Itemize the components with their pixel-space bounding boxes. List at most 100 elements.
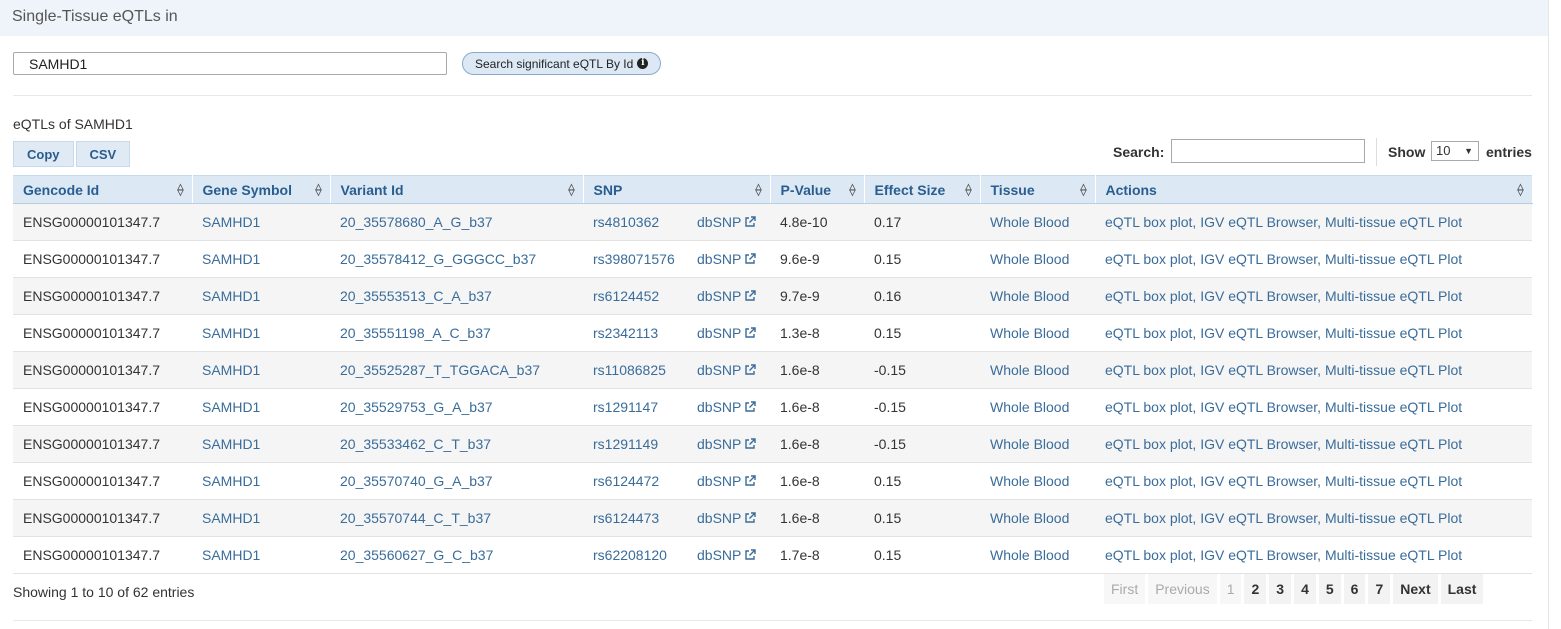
variant-id-link[interactable]: 20_35529753_G_A_b37 xyxy=(340,399,493,415)
gene-symbol-link[interactable]: SAMHD1 xyxy=(202,473,260,489)
tissue-link[interactable]: Whole Blood xyxy=(990,436,1069,452)
gene-symbol-link[interactable]: SAMHD1 xyxy=(202,214,260,230)
snp-link[interactable]: rs11086825 xyxy=(593,362,666,378)
gene-symbol-link[interactable]: SAMHD1 xyxy=(202,251,260,267)
variant-id-link[interactable]: 20_35560627_G_C_b37 xyxy=(340,547,493,563)
chevron-down-icon: ▼ xyxy=(1464,146,1473,156)
snp-link[interactable]: rs6124473 xyxy=(593,510,659,526)
gene-search-input[interactable] xyxy=(13,52,447,75)
page-button-6[interactable]: 6 xyxy=(1343,574,1366,604)
actions-links[interactable]: eQTL box plot, IGV eQTL Browser, Multi-t… xyxy=(1105,473,1462,489)
dbsnp-link[interactable]: dbSNP xyxy=(697,399,757,415)
dbsnp-link[interactable]: dbSNP xyxy=(697,473,757,489)
actions-links[interactable]: eQTL box plot, IGV eQTL Browser, Multi-t… xyxy=(1105,288,1462,304)
effect-size-cell: -0.15 xyxy=(864,388,980,426)
table-row: ENSG00000101347.7 SAMHD1 20_35553513_C_A_b… xyxy=(13,277,1532,315)
dbsnp-link[interactable]: dbSNP xyxy=(697,288,757,304)
pagination: First Previous 1 2 3 4 5 6 7 Next Last xyxy=(1104,574,1484,604)
actions-links[interactable]: eQTL box plot, IGV eQTL Browser, Multi-t… xyxy=(1105,510,1462,526)
snp-link[interactable]: rs4810362 xyxy=(593,214,659,230)
table-search-input[interactable] xyxy=(1171,139,1365,163)
variant-id-link[interactable]: 20_35570744_C_T_b37 xyxy=(340,510,491,526)
sort-icon: △ ▽ xyxy=(315,182,322,197)
actions-links[interactable]: eQTL box plot, IGV eQTL Browser, Multi-t… xyxy=(1105,362,1462,378)
snp-link[interactable]: rs6124472 xyxy=(593,473,659,489)
column-header[interactable]: P-Value △ ▽ xyxy=(770,175,865,204)
variant-id-link[interactable]: 20_35570740_G_A_b37 xyxy=(340,473,493,489)
actions-links[interactable]: eQTL box plot, IGV eQTL Browser, Multi-t… xyxy=(1105,547,1462,563)
snp-link[interactable]: rs62208120 xyxy=(593,547,667,563)
variant-id-link[interactable]: 20_35553513_C_A_b37 xyxy=(340,288,492,304)
dbsnp-link[interactable]: dbSNP xyxy=(697,510,757,526)
gene-symbol-link[interactable]: SAMHD1 xyxy=(202,399,260,415)
copy-button[interactable]: Copy xyxy=(13,141,74,167)
page-button-4[interactable]: 4 xyxy=(1294,574,1316,604)
tissue-link[interactable]: Whole Blood xyxy=(990,547,1069,563)
snp-link[interactable]: rs398071576 xyxy=(593,251,675,267)
tissue-link[interactable]: Whole Blood xyxy=(990,325,1069,341)
dbsnp-link[interactable]: dbSNP xyxy=(697,362,757,378)
snp-link[interactable]: rs1291147 xyxy=(593,399,658,415)
tissue-link[interactable]: Whole Blood xyxy=(990,399,1069,415)
dbsnp-link[interactable]: dbSNP xyxy=(697,547,757,563)
column-header[interactable]: Gene Symbol △ ▽ xyxy=(192,175,331,204)
column-header[interactable]: Effect Size △ ▽ xyxy=(864,175,981,204)
sort-icon: △ ▽ xyxy=(177,182,184,197)
actions-links[interactable]: eQTL box plot, IGV eQTL Browser, Multi-t… xyxy=(1105,399,1462,415)
variant-id-link[interactable]: 20_35578412_G_GGGCC_b37 xyxy=(340,251,536,267)
tissue-link[interactable]: Whole Blood xyxy=(990,251,1069,267)
next-page-button[interactable]: Next xyxy=(1393,574,1438,604)
dbsnp-link[interactable]: dbSNP xyxy=(697,251,757,267)
page-button-3[interactable]: 3 xyxy=(1269,574,1292,604)
table-row: ENSG00000101347.7 SAMHD1 20_35533462_C_T_b… xyxy=(13,425,1532,463)
gene-symbol-link[interactable]: SAMHD1 xyxy=(202,362,260,378)
variant-id-link[interactable]: 20_35525287_T_TGGACA_b37 xyxy=(340,362,540,378)
snp-link[interactable]: rs2342113 xyxy=(593,325,658,341)
dbsnp-link[interactable]: dbSNP xyxy=(697,325,757,341)
column-header[interactable]: Tissue △ ▽ xyxy=(980,175,1096,204)
tissue-link[interactable]: Whole Blood xyxy=(990,362,1069,378)
gencode-id-cell: ENSG00000101347.7 xyxy=(13,277,192,315)
gene-symbol-link[interactable]: SAMHD1 xyxy=(202,325,260,341)
tissue-link[interactable]: Whole Blood xyxy=(990,288,1069,304)
last-page-button[interactable]: Last xyxy=(1440,574,1484,604)
csv-button[interactable]: CSV xyxy=(75,141,131,167)
gene-symbol-link[interactable]: SAMHD1 xyxy=(202,436,260,452)
column-header[interactable]: SNP △ ▽ xyxy=(583,175,771,204)
snp-link[interactable]: rs6124452 xyxy=(593,288,659,304)
page-length-select[interactable]: 10 ▼ xyxy=(1431,141,1479,161)
page-button-2[interactable]: 2 xyxy=(1244,574,1267,604)
table-row: ENSG00000101347.7 SAMHD1 20_35570740_G_A_b… xyxy=(13,462,1532,500)
variant-id-link[interactable]: 20_35578680_A_G_b37 xyxy=(340,214,493,230)
gene-symbol-link[interactable]: SAMHD1 xyxy=(202,547,260,563)
actions-links[interactable]: eQTL box plot, IGV eQTL Browser, Multi-t… xyxy=(1105,251,1462,267)
dbsnp-link[interactable]: dbSNP xyxy=(697,436,757,452)
tissue-link[interactable]: Whole Blood xyxy=(990,510,1069,526)
divider xyxy=(1376,138,1377,166)
dbsnp-link[interactable]: dbSNP xyxy=(697,214,757,230)
tissue-link[interactable]: Whole Blood xyxy=(990,214,1069,230)
divider xyxy=(13,95,1532,96)
sort-icon: △ ▽ xyxy=(849,182,856,197)
page-button-7[interactable]: 7 xyxy=(1368,574,1391,604)
page-button-5[interactable]: 5 xyxy=(1318,574,1341,604)
gene-symbol-link[interactable]: SAMHD1 xyxy=(202,510,260,526)
actions-links[interactable]: eQTL box plot, IGV eQTL Browser, Multi-t… xyxy=(1105,436,1462,452)
actions-links[interactable]: eQTL box plot, IGV eQTL Browser, Multi-t… xyxy=(1105,325,1462,341)
sort-icon: △ ▽ xyxy=(1080,182,1087,197)
search-eqtl-button[interactable]: Search significant eQTL By Id i xyxy=(462,52,662,75)
external-link-icon xyxy=(744,215,757,227)
effect-size-cell: 0.15 xyxy=(864,240,980,278)
column-header[interactable]: Gencode Id △ ▽ xyxy=(13,175,193,204)
column-header-label: SNP xyxy=(593,181,623,198)
scrollbar[interactable] xyxy=(1548,0,1561,629)
column-header[interactable]: Actions △ ▽ xyxy=(1095,175,1533,204)
gene-symbol-link[interactable]: SAMHD1 xyxy=(202,288,260,304)
column-header[interactable]: Variant Id △ ▽ xyxy=(330,175,584,204)
tissue-link[interactable]: Whole Blood xyxy=(990,473,1069,489)
actions-links[interactable]: eQTL box plot, IGV eQTL Browser, Multi-t… xyxy=(1105,214,1462,230)
snp-link[interactable]: rs1291149 xyxy=(593,436,658,452)
variant-id-link[interactable]: 20_35551198_A_C_b37 xyxy=(340,325,491,341)
table-body: ENSG00000101347.7 SAMHD1 20_35578680_A_G_b… xyxy=(13,203,1532,574)
variant-id-link[interactable]: 20_35533462_C_T_b37 xyxy=(340,436,491,452)
